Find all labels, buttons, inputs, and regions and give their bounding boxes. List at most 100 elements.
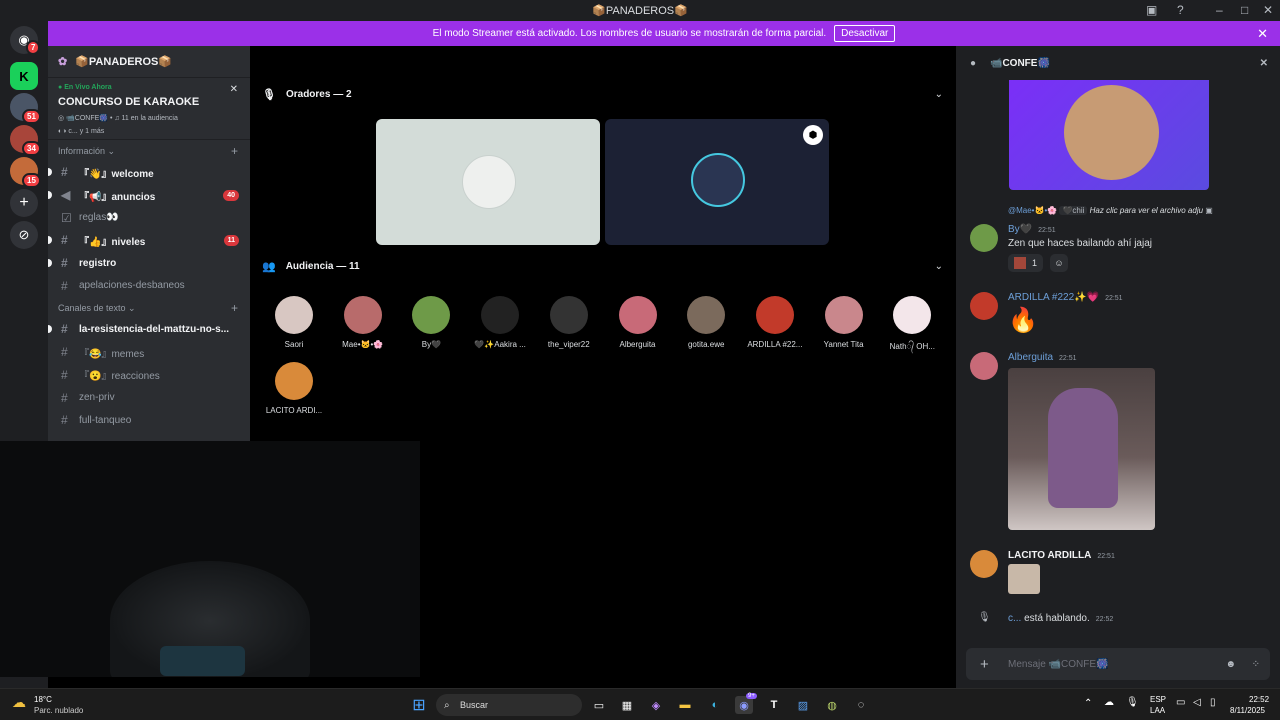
mic-tray-icon[interactable]: 🎙 [1126, 697, 1139, 708]
channel-label: reglas👀 [79, 212, 119, 224]
speaking-user: c... [1008, 613, 1022, 624]
start-icon[interactable]: ⊞ [410, 696, 428, 714]
audience-member[interactable]: the_viper22 [534, 296, 604, 349]
close-chat-icon[interactable]: ✕ [1260, 58, 1268, 69]
speaker-tile[interactable] [376, 119, 600, 245]
channel-full-tanqueo[interactable]: # full-tanqueo [48, 409, 250, 432]
volume-icon[interactable]: ◁ [1193, 697, 1201, 708]
channel-anuncios[interactable]: ◀ 『📢』anuncios 40 [48, 184, 250, 207]
audience-member[interactable]: LACITO ARDI... [259, 362, 329, 415]
apps-icon[interactable]: ⁘ [1252, 659, 1260, 670]
add-attachment-icon[interactable]: + [980, 656, 989, 673]
emoji-icon[interactable]: ☻ [1225, 659, 1236, 670]
help-icon[interactable]: ? [1177, 3, 1184, 17]
category-text[interactable]: Canales de texto ⌄ + [48, 297, 250, 318]
clock-time[interactable]: 22:52 [1249, 695, 1269, 704]
explore-icon[interactable]: ⊘ [10, 221, 38, 249]
clock-date[interactable]: 8/11/2025 [1230, 706, 1265, 715]
cat-image[interactable] [1008, 564, 1040, 594]
message-author[interactable]: ARDILLA #222✨💗 22:51 [1008, 292, 1123, 303]
close-live-icon[interactable]: ✕ [230, 84, 238, 95]
server-icon: ✿ [58, 56, 68, 68]
app-game-icon[interactable]: ◍ [823, 696, 841, 714]
server-header[interactable]: ✿ 📦PANADEROS📦 ⌄ [48, 46, 250, 78]
speaker-tile[interactable]: ⬢ [605, 119, 829, 245]
category-info[interactable]: Información ⌄ + [48, 140, 250, 161]
audience-member[interactable]: 🖤✨Aakira ... [465, 296, 535, 349]
battery-icon[interactable]: ▯ [1210, 697, 1216, 708]
channel-welcome[interactable]: # 『👋』welcome [48, 161, 250, 184]
copilot-icon[interactable]: ◈ [647, 696, 665, 714]
message-author[interactable]: By🖤 22:51 [1008, 224, 1056, 235]
audience-member[interactable]: gotita.ewe [671, 296, 741, 349]
live-stage-card[interactable]: ● En Vivo Ahora CONCURSO DE KARAOKE ◎ 📹C… [48, 78, 250, 140]
input-placeholder: Mensaje 📹CONFE🎆 [1008, 658, 1109, 670]
channel-apelaciones[interactable]: # apelaciones-desbaneos [48, 274, 250, 297]
audience-label: Audiencia — 11 [285, 261, 360, 272]
app-recorder-icon[interactable]: ◌ [852, 696, 870, 714]
channel-reacciones[interactable]: # 『😮』reacciones [48, 364, 250, 387]
channel-zen-priv[interactable]: # zen-priv [48, 386, 250, 409]
edge-icon[interactable]: ◐ [706, 696, 724, 714]
audience-member[interactable]: ARDILLA #22... [740, 296, 810, 349]
window-title: 📦PANADEROS📦 [592, 5, 688, 17]
channel-resistencia[interactable]: # la-resistencia-del-mattzu-no-s... [48, 318, 250, 341]
chat-panel: ● 📹CONFE🎆 ✕ @Mae•🐱•🌸 🖤chii Haz clic para… [956, 46, 1280, 688]
reply-preview[interactable]: @Mae•🐱•🌸 🖤chii Haz clic para ver el arch… [1008, 206, 1213, 215]
audience-member[interactable]: By🖤 [396, 296, 466, 349]
inbox-icon[interactable]: ▣ [1146, 3, 1157, 17]
add-server-icon[interactable]: + [10, 189, 38, 217]
channel-reglas[interactable]: ☑ reglas👀 [48, 206, 250, 229]
avatar[interactable] [970, 224, 998, 252]
audience-member[interactable]: Alberguita [603, 296, 673, 349]
avatar[interactable] [970, 352, 998, 380]
deactivate-button[interactable]: Desactivar [834, 25, 896, 42]
network-icon[interactable]: ▭ [1176, 697, 1185, 708]
language-code[interactable]: ESP [1150, 695, 1166, 704]
unread-pill [48, 236, 52, 245]
close-window-button[interactable]: ✕ [1263, 3, 1273, 17]
onedrive-icon[interactable]: ☁ [1104, 697, 1114, 708]
add-reaction-icon[interactable]: ☺ [1050, 254, 1068, 272]
audience-member[interactable]: Saori [259, 296, 329, 349]
server-name: 📦PANADEROS📦 [75, 56, 173, 68]
avatar[interactable] [970, 550, 998, 578]
message-author[interactable]: Alberguita 22:51 [1008, 352, 1077, 363]
server-k-icon[interactable]: K [10, 62, 38, 90]
chevron-down-icon[interactable]: ⌄ [935, 261, 943, 272]
minimize-button[interactable]: – [1216, 3, 1223, 17]
avatar [687, 296, 726, 334]
unread-pill [48, 191, 52, 200]
message-input[interactable]: + Mensaje 📹CONFE🎆 ☻ ⁘ [966, 648, 1270, 680]
channel-registro[interactable]: # registro [48, 252, 250, 275]
speaking-text: está hablando. [1024, 613, 1090, 624]
app-paint-icon[interactable]: ▨ [794, 696, 812, 714]
app-tf-icon[interactable]: T [765, 696, 783, 714]
channel-memes[interactable]: # 『😂』memes [48, 341, 250, 364]
channel-niveles[interactable]: # 『👍』niveles 11 [48, 229, 250, 252]
weather-icon[interactable]: ☁ [12, 694, 26, 711]
avatar[interactable] [970, 292, 998, 320]
streamer-mode-banner: El modo Streamer está activado. Los nomb… [48, 21, 1280, 46]
participant-avatars: ◐◑ [58, 128, 67, 135]
task-view-icon[interactable]: ▭ [590, 696, 608, 714]
add-channel-icon[interactable]: + [231, 301, 238, 315]
audience-member[interactable]: Mae•🐱•🌸 [328, 296, 398, 349]
audience-name: ARDILLA #22... [747, 340, 803, 349]
message-author[interactable]: LACITO ARDILLA 22:51 [1008, 550, 1115, 561]
add-channel-icon[interactable]: + [231, 144, 238, 158]
keyboard-code[interactable]: LAA [1150, 706, 1165, 715]
audience-member[interactable]: Yannet Tita [809, 296, 879, 349]
tray-chevron-icon[interactable]: ⌃ [1084, 698, 1092, 709]
store-icon[interactable]: ▦ [618, 696, 636, 714]
audience-member[interactable]: Nath᭄ OH... [877, 296, 947, 355]
search-box[interactable]: ⌕ Buscar [436, 694, 582, 716]
maximize-button[interactable]: □ [1241, 3, 1248, 17]
weather-desc: Parc. nublado [34, 706, 84, 715]
category-info-label: Información [58, 146, 106, 156]
file-explorer-icon[interactable]: ▬ [676, 696, 694, 714]
reaction-pill[interactable]: 1 [1008, 254, 1044, 272]
close-banner-icon[interactable]: ✕ [1257, 26, 1268, 42]
discord-taskbar-badge: 9+ [746, 693, 757, 699]
chevron-down-icon[interactable]: ⌄ [935, 89, 943, 100]
